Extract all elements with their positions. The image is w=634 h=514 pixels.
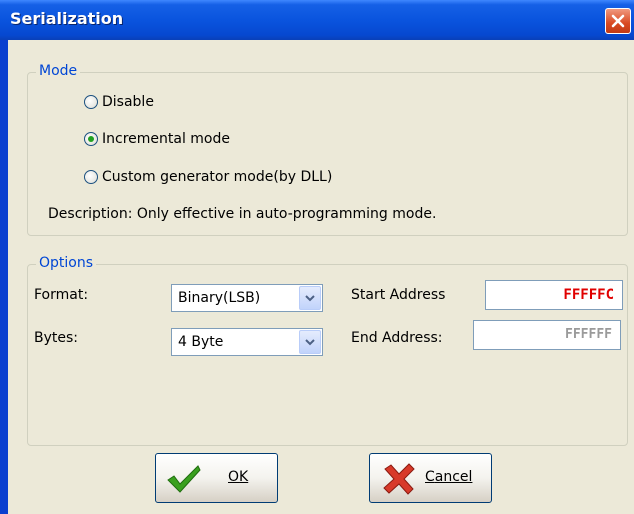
ok-button-label: OK [228, 469, 249, 485]
bytes-dropdown-button[interactable] [299, 330, 321, 354]
bytes-label: Bytes: [34, 330, 79, 346]
bytes-dropdown[interactable]: 4 Byte [171, 328, 323, 356]
mode-description: Description: Only effective in auto-prog… [48, 206, 437, 222]
close-icon [611, 14, 625, 28]
options-group: Options Format: Binary(LSB) Bytes: 4 Byt… [27, 255, 628, 446]
radio-incremental[interactable]: Incremental mode [84, 131, 230, 147]
options-group-legend: Options [36, 255, 97, 271]
chevron-down-icon [305, 339, 315, 346]
ok-button[interactable]: OK [155, 453, 278, 503]
mode-group: Mode Disable Incremental mode Custom gen… [27, 63, 628, 236]
start-address-label: Start Address [351, 287, 446, 303]
chevron-down-icon [305, 295, 315, 302]
cancel-button[interactable]: Cancel [369, 453, 492, 503]
checkmark-icon [167, 465, 201, 493]
format-value: Binary(LSB) [178, 290, 261, 306]
format-label: Format: [34, 287, 89, 303]
format-dropdown-button[interactable] [299, 286, 321, 310]
dialog-client-area: Mode Disable Incremental mode Custom gen… [8, 40, 634, 514]
start-address-input[interactable]: FFFFFC [485, 280, 623, 310]
mode-group-legend: Mode [36, 63, 81, 79]
cancel-button-label: Cancel [425, 469, 473, 485]
window-title: Serialization [10, 9, 124, 28]
close-button[interactable] [605, 8, 631, 34]
radio-label-incremental: Incremental mode [102, 131, 230, 147]
end-address-input[interactable]: FFFFFF [473, 320, 621, 350]
bytes-value: 4 Byte [178, 334, 224, 350]
format-dropdown[interactable]: Binary(LSB) [171, 284, 323, 312]
radio-custom-generator[interactable]: Custom generator mode(by DLL) [84, 169, 332, 185]
end-address-label: End Address: [351, 330, 443, 346]
radio-button-incremental[interactable] [84, 132, 98, 146]
x-cross-icon [383, 463, 415, 495]
radio-label-disable: Disable [102, 94, 154, 110]
radio-label-custom-generator: Custom generator mode(by DLL) [102, 169, 333, 185]
title-bar[interactable]: Serialization [0, 0, 634, 40]
radio-button-disable[interactable] [84, 95, 98, 109]
serialization-dialog: Serialization Mode Disable Incremental m… [0, 0, 634, 514]
radio-disable[interactable]: Disable [84, 94, 154, 110]
radio-button-custom-generator[interactable] [84, 170, 98, 184]
